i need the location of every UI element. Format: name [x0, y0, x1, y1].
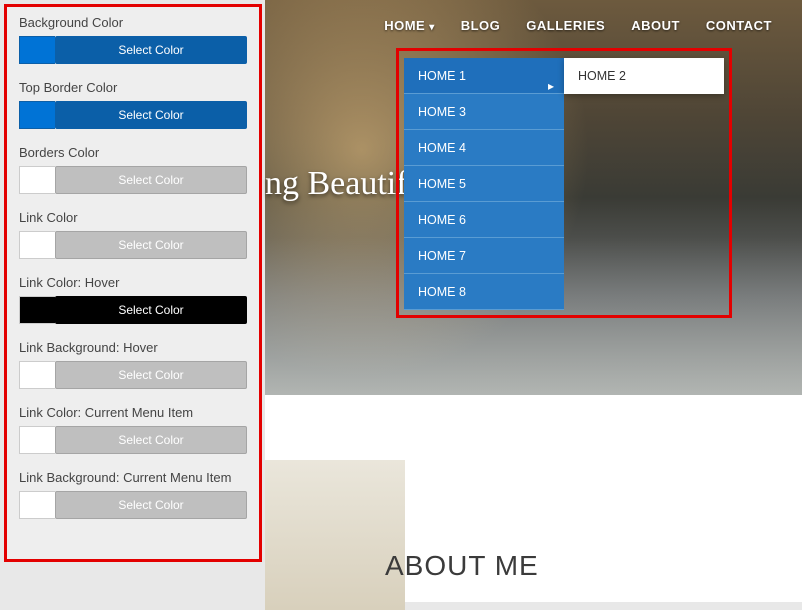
- nav-home[interactable]: HOME▾: [384, 18, 435, 33]
- menu-item-home-5[interactable]: HOME 5: [404, 166, 564, 202]
- color-swatch[interactable]: [19, 491, 55, 519]
- color-swatch[interactable]: [19, 361, 55, 389]
- dropdown-column-1: HOME 1 ▸ HOME 3 HOME 4 HOME 5 HOME 6 HOM…: [404, 58, 564, 310]
- menu-item-home-6[interactable]: HOME 6: [404, 202, 564, 238]
- select-color-button[interactable]: Select Color: [55, 231, 247, 259]
- select-color-button[interactable]: Select Color: [55, 101, 247, 129]
- nav-about[interactable]: ABOUT: [631, 18, 680, 33]
- menu-item-home-8[interactable]: HOME 8: [404, 274, 564, 310]
- top-nav: HOME▾ BLOG GALLERIES ABOUT CONTACT: [384, 18, 772, 33]
- color-option-0: Background Color Select Color: [19, 15, 247, 64]
- select-color-button[interactable]: Select Color: [55, 361, 247, 389]
- select-color-button[interactable]: Select Color: [55, 491, 247, 519]
- color-option-1: Top Border Color Select Color: [19, 80, 247, 129]
- color-swatch[interactable]: [19, 426, 55, 454]
- color-option-4: Link Color: Hover Select Color: [19, 275, 247, 324]
- color-option-label: Link Background: Hover: [19, 340, 247, 355]
- color-option-label: Background Color: [19, 15, 247, 30]
- menu-item-home-1[interactable]: HOME 1 ▸: [404, 58, 564, 94]
- section-title: ABOUT ME: [385, 550, 539, 582]
- color-option-7: Link Background: Current Menu Item Select…: [19, 470, 247, 519]
- select-color-button[interactable]: Select Color: [55, 166, 247, 194]
- color-option-label: Top Border Color: [19, 80, 247, 95]
- color-option-6: Link Color: Current Menu Item Select Colo…: [19, 405, 247, 454]
- nav-galleries[interactable]: GALLERIES: [526, 18, 605, 33]
- select-color-button[interactable]: Select Color: [55, 426, 247, 454]
- color-option-label: Link Color: Hover: [19, 275, 247, 290]
- color-option-label: Borders Color: [19, 145, 247, 160]
- select-color-button[interactable]: Select Color: [55, 296, 247, 324]
- color-option-5: Link Background: Hover Select Color: [19, 340, 247, 389]
- section-image-placeholder: [265, 460, 405, 610]
- select-color-button[interactable]: Select Color: [55, 36, 247, 64]
- color-swatch[interactable]: [19, 231, 55, 259]
- color-swatch[interactable]: [19, 36, 55, 64]
- color-option-2: Borders Color Select Color: [19, 145, 247, 194]
- dropdown-column-2: HOME 2: [564, 58, 724, 94]
- color-swatch[interactable]: [19, 166, 55, 194]
- content-section: ABOUT ME: [265, 395, 802, 602]
- submenu-item-home-2[interactable]: HOME 2: [564, 58, 724, 94]
- color-option-label: Link Color: Current Menu Item: [19, 405, 247, 420]
- chevron-down-icon: ▾: [429, 22, 435, 33]
- menu-item-home-7[interactable]: HOME 7: [404, 238, 564, 274]
- color-option-label: Link Background: Current Menu Item: [19, 470, 247, 485]
- nav-contact[interactable]: CONTACT: [706, 18, 772, 33]
- menu-item-home-4[interactable]: HOME 4: [404, 130, 564, 166]
- color-option-3: Link Color Select Color: [19, 210, 247, 259]
- color-option-label: Link Color: [19, 210, 247, 225]
- customizer-panel: Background ColorSelect ColorTop Border C…: [4, 4, 262, 562]
- color-swatch[interactable]: [19, 296, 55, 324]
- dropdown-highlight: HOME 1 ▸ HOME 3 HOME 4 HOME 5 HOME 6 HOM…: [396, 48, 732, 318]
- nav-blog[interactable]: BLOG: [461, 18, 501, 33]
- menu-item-home-3[interactable]: HOME 3: [404, 94, 564, 130]
- color-swatch[interactable]: [19, 101, 55, 129]
